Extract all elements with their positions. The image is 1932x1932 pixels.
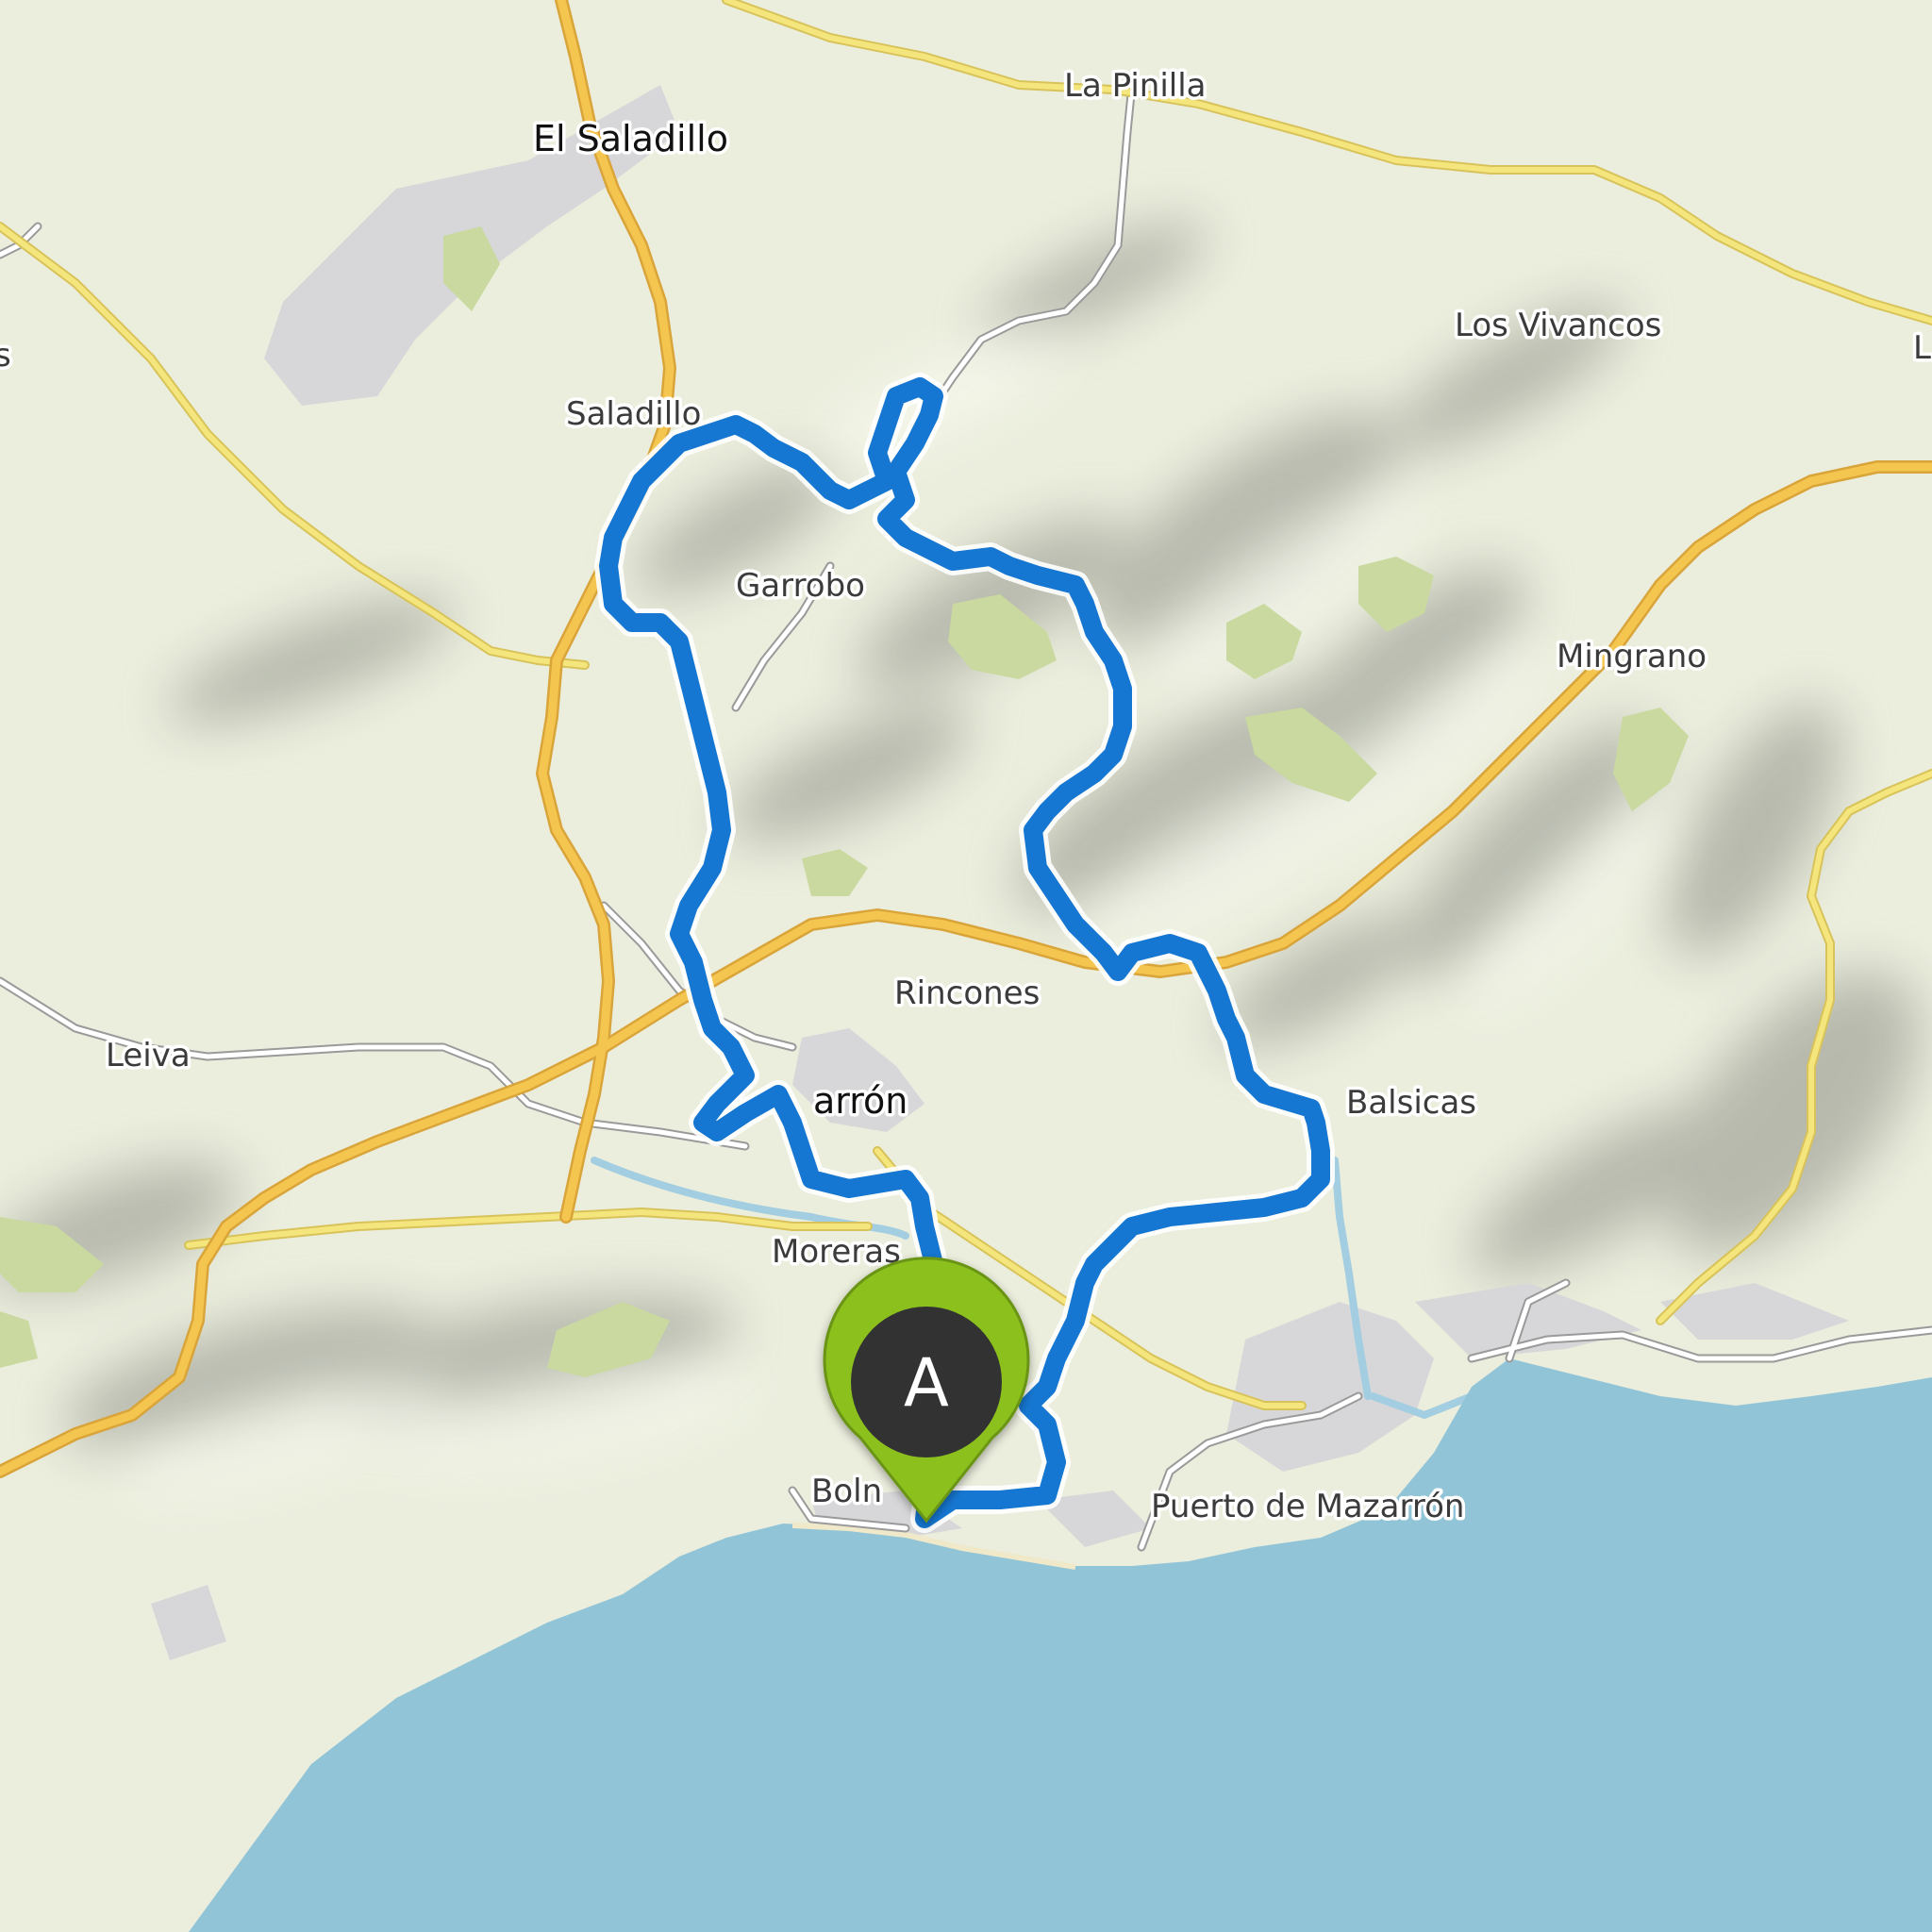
label-mazarron: arrón	[813, 1080, 908, 1122]
label-la-pinilla: La Pinilla	[1064, 67, 1207, 105]
label-saladillo: Saladillo	[566, 395, 701, 433]
label-mingrano: Mingrano	[1557, 638, 1707, 675]
label-el-saladillo: El Saladillo	[533, 118, 728, 159]
label-bolnuevo: Boln	[811, 1473, 882, 1510]
label-edge-left: s	[0, 337, 11, 375]
label-moreras: Moreras	[772, 1233, 901, 1271]
label-los-vivancos: Los Vivancos	[1455, 307, 1661, 344]
label-balsicas: Balsicas	[1346, 1084, 1476, 1122]
marker-label: A	[904, 1344, 949, 1422]
label-leiva: Leiva	[106, 1037, 191, 1074]
label-rincones: Rincones	[894, 974, 1040, 1012]
label-edge-right: L	[1913, 329, 1931, 367]
map-view[interactable]: El Saladillo La Pinilla Los Vivancos Sal…	[0, 0, 1932, 1932]
label-puerto-de-mazarron: Puerto de Mazarrón	[1151, 1488, 1464, 1525]
label-garrobo: Garrobo	[736, 567, 865, 605]
